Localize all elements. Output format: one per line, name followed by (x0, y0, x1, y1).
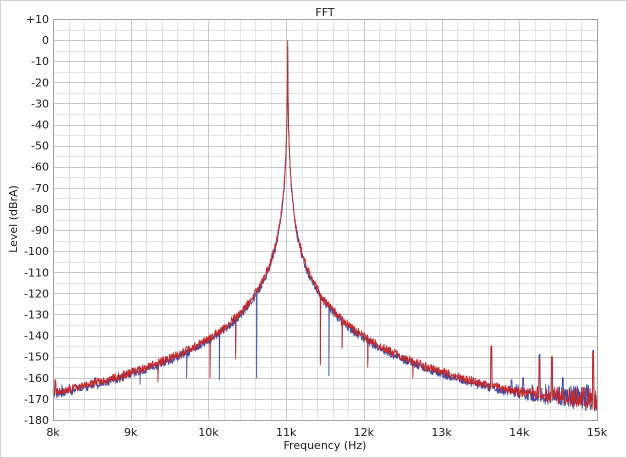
y-tick-label: -10 (31, 55, 49, 68)
chart-window: FFT Level (dBrA) Frequency (Hz) +10 0 -10 -… (0, 0, 627, 458)
x-tick-label: 12k (354, 426, 375, 439)
x-tick-label: 9k (124, 426, 138, 439)
y-tick-label: -50 (31, 140, 49, 153)
y-tick-label: -160 (24, 372, 49, 385)
x-axis-title: Frequency (Hz) (284, 439, 367, 452)
y-tick-label: 0 (42, 34, 49, 47)
y-tick-label: -130 (24, 308, 49, 321)
y-tick-label: -80 (31, 203, 49, 216)
y-tick-labels: +10 0 -10 -20 -30 -40 -50 -60 -70 -80 -90 -100 -110 -… (24, 13, 49, 427)
y-tick-label: -150 (24, 351, 49, 364)
x-tick-label: 8k (46, 426, 60, 439)
series-line-1 (52, 45, 598, 412)
x-tick-label: 11k (276, 426, 297, 439)
x-tick-labels: 8k 9k 10k 11k 12k 13k 14k 15k (46, 426, 607, 439)
y-axis-title: Level (dBrA) (7, 185, 20, 253)
series-line-2 (52, 40, 598, 412)
y-tick-label: -40 (31, 119, 49, 132)
y-tick-label: -60 (31, 161, 49, 174)
grid-lines (53, 19, 598, 421)
y-tick-label: -180 (24, 414, 49, 427)
y-tick-label: -30 (31, 97, 49, 110)
series-group (52, 40, 598, 412)
y-tick-label: -90 (31, 224, 49, 237)
y-tick-label: -170 (24, 393, 49, 406)
x-tick-label: 14k (509, 426, 530, 439)
x-tick-label: 15k (587, 426, 608, 439)
y-tick-label: -110 (24, 266, 49, 279)
y-tick-label: -20 (31, 76, 49, 89)
chart-title: FFT (315, 6, 334, 19)
x-tick-label: 10k (198, 426, 219, 439)
x-tick-label: 13k (431, 426, 452, 439)
y-tick-label: -120 (24, 287, 49, 300)
y-tick-label: -140 (24, 330, 49, 343)
fft-chart: FFT Level (dBrA) Frequency (Hz) +10 0 -10 -… (7, 6, 608, 452)
y-tick-label: -70 (31, 182, 49, 195)
y-tick-label: -100 (24, 245, 49, 258)
y-tick-label: +10 (26, 13, 49, 26)
